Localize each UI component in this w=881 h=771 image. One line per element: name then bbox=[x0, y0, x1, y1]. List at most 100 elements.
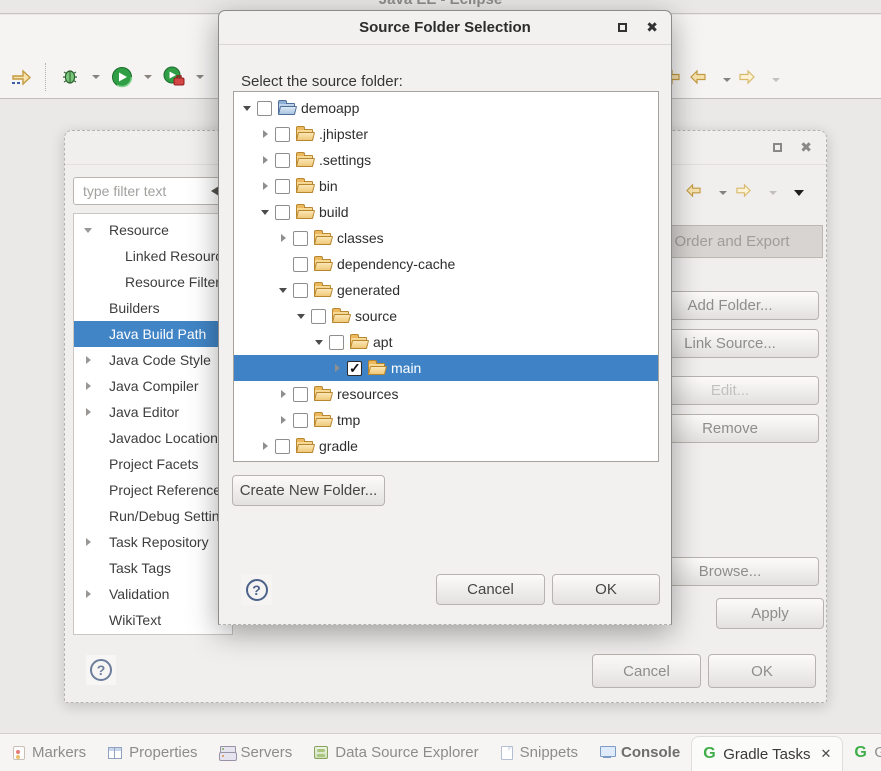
expander-collapsed-icon[interactable] bbox=[277, 390, 289, 398]
tree-item--jhipster[interactable]: .jhipster bbox=[234, 121, 658, 147]
checkbox[interactable] bbox=[275, 205, 290, 220]
view-menu-icon[interactable] bbox=[794, 190, 804, 196]
checkbox[interactable] bbox=[311, 309, 326, 324]
checkbox[interactable] bbox=[329, 335, 344, 350]
checkbox[interactable] bbox=[293, 387, 308, 402]
expander-collapsed-icon[interactable] bbox=[259, 156, 271, 164]
apply-button[interactable]: Apply bbox=[716, 598, 824, 629]
forward-arrow-icon[interactable] bbox=[735, 183, 752, 203]
tab-console[interactable]: Console bbox=[589, 734, 691, 771]
back-dropdown-icon[interactable] bbox=[719, 191, 727, 195]
sidebar-item-run-debug-settings[interactable]: Run/Debug Settings bbox=[74, 503, 232, 529]
forward-arrow-icon[interactable] bbox=[738, 69, 756, 90]
run-external-tools-icon[interactable] bbox=[161, 64, 187, 90]
close-icon[interactable]: ✖ bbox=[800, 138, 812, 156]
expander-expanded-icon[interactable] bbox=[241, 106, 253, 111]
expander-expanded-icon[interactable] bbox=[295, 314, 307, 319]
tree-item-tmp[interactable]: tmp bbox=[234, 407, 658, 433]
last-edit-location-icon[interactable] bbox=[8, 64, 34, 90]
tree-item-source[interactable]: source bbox=[234, 303, 658, 329]
sidebar-item-linked-resources[interactable]: Linked Resources bbox=[74, 243, 232, 269]
tab-gradle-executions[interactable]: GGradle Executions bbox=[843, 734, 881, 771]
close-icon[interactable]: ✖ bbox=[646, 18, 658, 36]
tree-item-resources[interactable]: resources bbox=[234, 381, 658, 407]
sidebar-item-java-compiler[interactable]: Java Compiler bbox=[74, 373, 232, 399]
tree-item--settings[interactable]: .settings bbox=[234, 147, 658, 173]
expander-collapsed-icon[interactable] bbox=[82, 590, 94, 598]
sidebar-item-project-references[interactable]: Project References bbox=[74, 477, 232, 503]
ok-button[interactable]: OK bbox=[708, 654, 816, 688]
sidebar-item-task-tags[interactable]: Task Tags bbox=[74, 555, 232, 581]
sidebar-item-java-editor[interactable]: Java Editor bbox=[74, 399, 232, 425]
tab-servers[interactable]: Servers bbox=[209, 734, 304, 771]
expander-collapsed-icon[interactable] bbox=[82, 382, 94, 390]
sidebar-item-java-code-style[interactable]: Java Code Style bbox=[74, 347, 232, 373]
expander-expanded-icon[interactable] bbox=[82, 228, 94, 233]
tree-item-demoapp[interactable]: demoapp bbox=[234, 95, 658, 121]
tab-gradle-tasks[interactable]: GGradle Tasks✕ bbox=[691, 736, 843, 771]
forward-dropdown-icon[interactable] bbox=[772, 78, 780, 82]
maximize-icon[interactable] bbox=[618, 23, 627, 32]
sidebar-item-task-repository[interactable]: Task Repository bbox=[74, 529, 232, 555]
back-arrow-icon[interactable] bbox=[689, 69, 707, 90]
expander-expanded-icon[interactable] bbox=[259, 210, 271, 215]
expander-collapsed-icon[interactable] bbox=[82, 356, 94, 364]
checkbox[interactable] bbox=[293, 283, 308, 298]
tree-item-bin[interactable]: bin bbox=[234, 173, 658, 199]
tab-markers[interactable]: Markers bbox=[2, 734, 97, 771]
expander-expanded-icon[interactable] bbox=[277, 288, 289, 293]
expander-collapsed-icon[interactable] bbox=[259, 442, 271, 450]
run-dropdown-icon[interactable] bbox=[144, 75, 152, 79]
tab-data-source-explorer[interactable]: Data Source Explorer bbox=[303, 734, 489, 771]
checkbox[interactable] bbox=[275, 153, 290, 168]
sidebar-item-validation[interactable]: Validation bbox=[74, 581, 232, 607]
filter-input[interactable] bbox=[73, 177, 224, 205]
tree-item-apt[interactable]: apt bbox=[234, 329, 658, 355]
forward-dropdown-icon[interactable] bbox=[769, 191, 777, 195]
sidebar-item-builders[interactable]: Builders bbox=[74, 295, 232, 321]
expander-collapsed-icon[interactable] bbox=[277, 234, 289, 242]
expander-collapsed-icon[interactable] bbox=[277, 416, 289, 424]
tree-item-gradle[interactable]: gradle bbox=[234, 433, 658, 459]
tree-item-dependency-cache[interactable]: dependency-cache bbox=[234, 251, 658, 277]
ok-button[interactable]: OK bbox=[552, 574, 660, 605]
sidebar-item-project-facets[interactable]: Project Facets bbox=[74, 451, 232, 477]
expander-expanded-icon[interactable] bbox=[313, 340, 325, 345]
help-button[interactable]: ? bbox=[241, 574, 272, 605]
sidebar-item-resource-filters[interactable]: Resource Filters bbox=[74, 269, 232, 295]
checkbox[interactable] bbox=[293, 413, 308, 428]
help-button[interactable]: ? bbox=[86, 655, 116, 685]
sidebar-item-java-build-path[interactable]: Java Build Path bbox=[74, 321, 232, 347]
expander-collapsed-icon[interactable] bbox=[331, 364, 343, 372]
expander-collapsed-icon[interactable] bbox=[259, 182, 271, 190]
expander-collapsed-icon[interactable] bbox=[82, 408, 94, 416]
run-icon[interactable] bbox=[109, 64, 135, 90]
checkbox[interactable] bbox=[347, 361, 362, 376]
tab-snippets[interactable]: Snippets bbox=[490, 734, 589, 771]
checkbox[interactable] bbox=[275, 127, 290, 142]
expander-collapsed-icon[interactable] bbox=[82, 538, 94, 546]
checkbox[interactable] bbox=[293, 231, 308, 246]
checkbox[interactable] bbox=[257, 101, 272, 116]
sidebar-item-resource[interactable]: Resource bbox=[74, 217, 232, 243]
checkbox[interactable] bbox=[275, 179, 290, 194]
tree-item-generated[interactable]: generated bbox=[234, 277, 658, 303]
expander-collapsed-icon[interactable] bbox=[259, 130, 271, 138]
close-icon[interactable]: ✕ bbox=[820, 746, 831, 762]
checkbox[interactable] bbox=[293, 257, 308, 272]
back-arrow-icon[interactable] bbox=[685, 183, 702, 203]
tree-item-classes[interactable]: classes bbox=[234, 225, 658, 251]
checkbox[interactable] bbox=[275, 439, 290, 454]
cancel-button[interactable]: Cancel bbox=[436, 574, 545, 605]
debug-dropdown-icon[interactable] bbox=[92, 75, 100, 79]
cancel-button[interactable]: Cancel bbox=[592, 654, 701, 688]
create-new-folder-button[interactable]: Create New Folder... bbox=[232, 475, 385, 506]
debug-icon[interactable] bbox=[57, 64, 83, 90]
sidebar-item-javadoc-location[interactable]: Javadoc Location bbox=[74, 425, 232, 451]
tree-item-main[interactable]: main bbox=[234, 355, 658, 381]
run-external-dropdown-icon[interactable] bbox=[196, 75, 204, 79]
back-dropdown-icon[interactable] bbox=[723, 78, 731, 82]
tree-item-build[interactable]: build bbox=[234, 199, 658, 225]
sidebar-item-wikitext[interactable]: WikiText bbox=[74, 607, 232, 633]
maximize-icon[interactable] bbox=[773, 143, 782, 152]
